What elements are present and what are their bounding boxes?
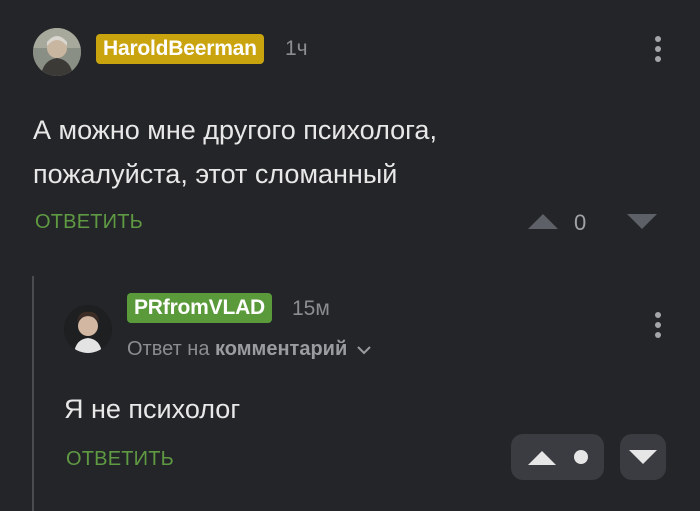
triangle-down-icon[interactable] xyxy=(627,214,657,229)
reply-text: Я не психолог xyxy=(64,394,241,424)
reply-button[interactable]: ОТВЕТИТЬ xyxy=(66,448,174,471)
reply-time: 15м xyxy=(292,297,330,320)
rating-value: 0 xyxy=(574,210,587,235)
comment-text-line-1: А можно мне другого психолога, xyxy=(33,115,437,145)
thread-line xyxy=(32,276,34,511)
author-badge[interactable]: PRfromVLAD xyxy=(127,293,273,323)
more-vertical-icon[interactable] xyxy=(655,312,661,342)
rating-dot xyxy=(574,450,588,464)
triangle-down-icon[interactable] xyxy=(629,450,657,464)
reply-to-prefix: Ответ на xyxy=(127,338,210,360)
comment-text: А можно мне другого психолога, пожалуйст… xyxy=(33,108,673,196)
reply-to-info[interactable]: Ответ на комментарий xyxy=(127,338,371,361)
avatar-image xyxy=(33,28,81,76)
vote-down-pill[interactable] xyxy=(620,434,666,480)
chevron-down-icon[interactable] xyxy=(357,345,371,355)
triangle-up-icon[interactable] xyxy=(528,451,556,465)
avatar-image xyxy=(64,305,112,353)
reply-button[interactable]: ОТВЕТИТЬ xyxy=(35,211,143,234)
vote-up-pill[interactable] xyxy=(511,434,604,480)
avatar-prfromvlad[interactable] xyxy=(64,305,112,353)
triangle-up-icon[interactable] xyxy=(528,214,558,229)
more-vertical-icon[interactable] xyxy=(655,36,661,66)
comment-time: 1ч xyxy=(285,37,308,60)
reply-to-link[interactable]: комментарий xyxy=(215,338,347,360)
author-badge[interactable]: HaroldBeerman xyxy=(96,34,264,64)
avatar-haroldbeerman[interactable] xyxy=(33,28,81,76)
comment-text-line-2: пожалуйста, этот сломанный xyxy=(33,159,398,189)
